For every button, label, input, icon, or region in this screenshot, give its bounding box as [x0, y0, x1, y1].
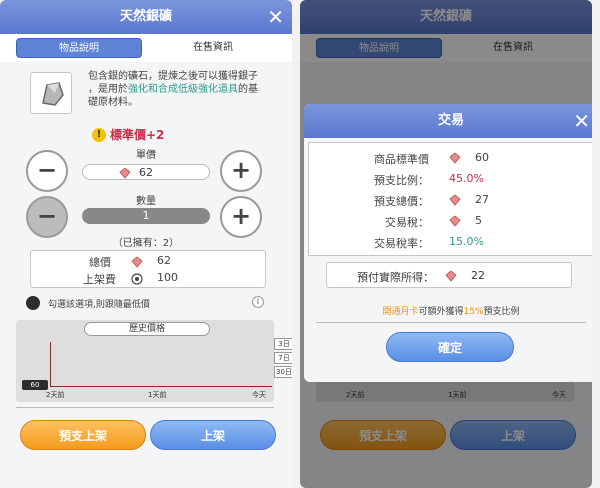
info-icon[interactable]: i — [252, 296, 264, 308]
actual-income-value: 22 — [471, 269, 485, 282]
trade-details: 商品標準價 60 預支比例： 45.0% 預支總價： 27 交易稅： 5 交易稅… — [308, 142, 592, 256]
period-3-days-button[interactable]: 3日 — [274, 338, 292, 350]
history-price-value: 60 — [22, 380, 48, 390]
presale-list-button[interactable]: 預支上架 — [20, 420, 146, 450]
highlight-text: 強化和合成低級強化道具 — [128, 84, 238, 95]
total-label: 總價 — [89, 256, 111, 269]
trade-dialog: 交易 ✕ 商品標準價 60 預支比例： 45.0% 預支總價： 27 交易稅： … — [304, 104, 592, 382]
gem-icon — [119, 167, 131, 179]
actual-income-label: 預付實際所得： — [357, 271, 434, 284]
actual-income-box: 預付實際所得： 22 — [326, 262, 572, 288]
panel-body: 包含銀的礦石，提煉之後可以獲得銀子 ，是用於強化和合成低級強化道具的基 礎原材料… — [0, 62, 292, 488]
gem-icon — [449, 152, 461, 164]
checkbox-label: 勾選該選項,則跟隨最低價 — [48, 300, 150, 310]
item-description: 包含銀的礦石，提煉之後可以獲得銀子 ，是用於強化和合成低級強化道具的基 礎原材料… — [88, 71, 258, 108]
monthly-card-promo: 開通月卡可額外獲得15%預支比例 — [382, 307, 520, 317]
x-tick-label: 1天前 — [148, 391, 167, 399]
quantity-plus-button[interactable]: + — [220, 196, 262, 238]
standard-price-label: 標準價+2 — [110, 128, 165, 142]
fee-value: 100 — [157, 271, 178, 284]
x-tick-label: 2天前 — [46, 391, 65, 399]
x-tick-label: 今天 — [252, 391, 266, 399]
gem-icon — [449, 215, 461, 227]
divider — [16, 407, 274, 408]
gem-icon — [131, 256, 143, 268]
period-30-days-button[interactable]: 30日 — [274, 366, 292, 378]
detail-row: 交易稅率： 15.0% — [374, 235, 484, 250]
chart-price-line — [50, 386, 272, 387]
panel-header: 天然銀礦 ✕ — [0, 0, 292, 34]
unit-price-field[interactable]: 62 — [82, 164, 210, 180]
tab-on-sale-info[interactable]: 在售資訊 — [150, 38, 276, 58]
total-box: 總價 62 上架費 100 — [30, 250, 266, 288]
divider — [316, 322, 586, 323]
confirm-button[interactable]: 確定 — [386, 332, 514, 362]
gem-icon — [445, 270, 457, 282]
close-icon[interactable]: ✕ — [267, 0, 284, 34]
detail-row: 交易稅： 5 — [385, 214, 482, 229]
item-panel: 天然銀礦 ✕ 物品說明 在售資訊 包含銀的礦石，提煉之後可以獲得銀子 ，是用於強… — [0, 0, 292, 488]
item-panel-with-dialog: 天然銀礦 物品說明 在售資訊 2天前 1天前 今天 預支上架 上架 交易 ✕ 商… — [300, 0, 592, 488]
owned-count: （已擁有：2） — [112, 238, 180, 249]
close-icon[interactable]: ✕ — [573, 104, 590, 138]
warning-icon: ! — [92, 128, 106, 142]
follow-lowest-price-checkbox[interactable] — [26, 296, 40, 310]
history-label: 歷史價格 — [84, 322, 210, 336]
dialog-body: 商品標準價 60 預支比例： 45.0% 預支總價： 27 交易稅： 5 交易稅… — [304, 138, 592, 382]
tab-item-description[interactable]: 物品說明 — [16, 38, 142, 58]
dialog-header: 交易 ✕ — [304, 104, 592, 138]
chart-y-axis — [50, 342, 51, 386]
price-minus-button[interactable]: − — [26, 150, 68, 192]
detail-row: 商品標準價 60 — [374, 151, 489, 166]
tab-bar: 物品說明 在售資訊 — [8, 36, 284, 60]
coin-icon — [131, 273, 143, 285]
quantity-minus-button[interactable]: − — [26, 196, 68, 238]
gem-icon — [449, 194, 461, 206]
quantity-label: 數量 — [136, 196, 156, 207]
list-button[interactable]: 上架 — [150, 420, 276, 450]
item-title: 天然銀礦 — [119, 9, 172, 24]
unit-price-label: 單價 — [136, 150, 156, 161]
detail-row: 預支總價： 27 — [374, 193, 489, 208]
fee-label: 上架費 — [83, 273, 116, 286]
price-plus-button[interactable]: + — [220, 150, 262, 192]
total-value: 62 — [157, 254, 171, 267]
quantity-field[interactable]: 1 — [82, 208, 210, 224]
detail-row: 預支比例： 45.0% — [374, 172, 484, 187]
silver-ore-icon — [30, 72, 72, 114]
dialog-title: 交易 — [437, 113, 464, 128]
price-history-chart: 歷史價格 60 2天前 1天前 今天 — [16, 320, 274, 402]
period-7-days-button[interactable]: 7日 — [274, 352, 292, 364]
